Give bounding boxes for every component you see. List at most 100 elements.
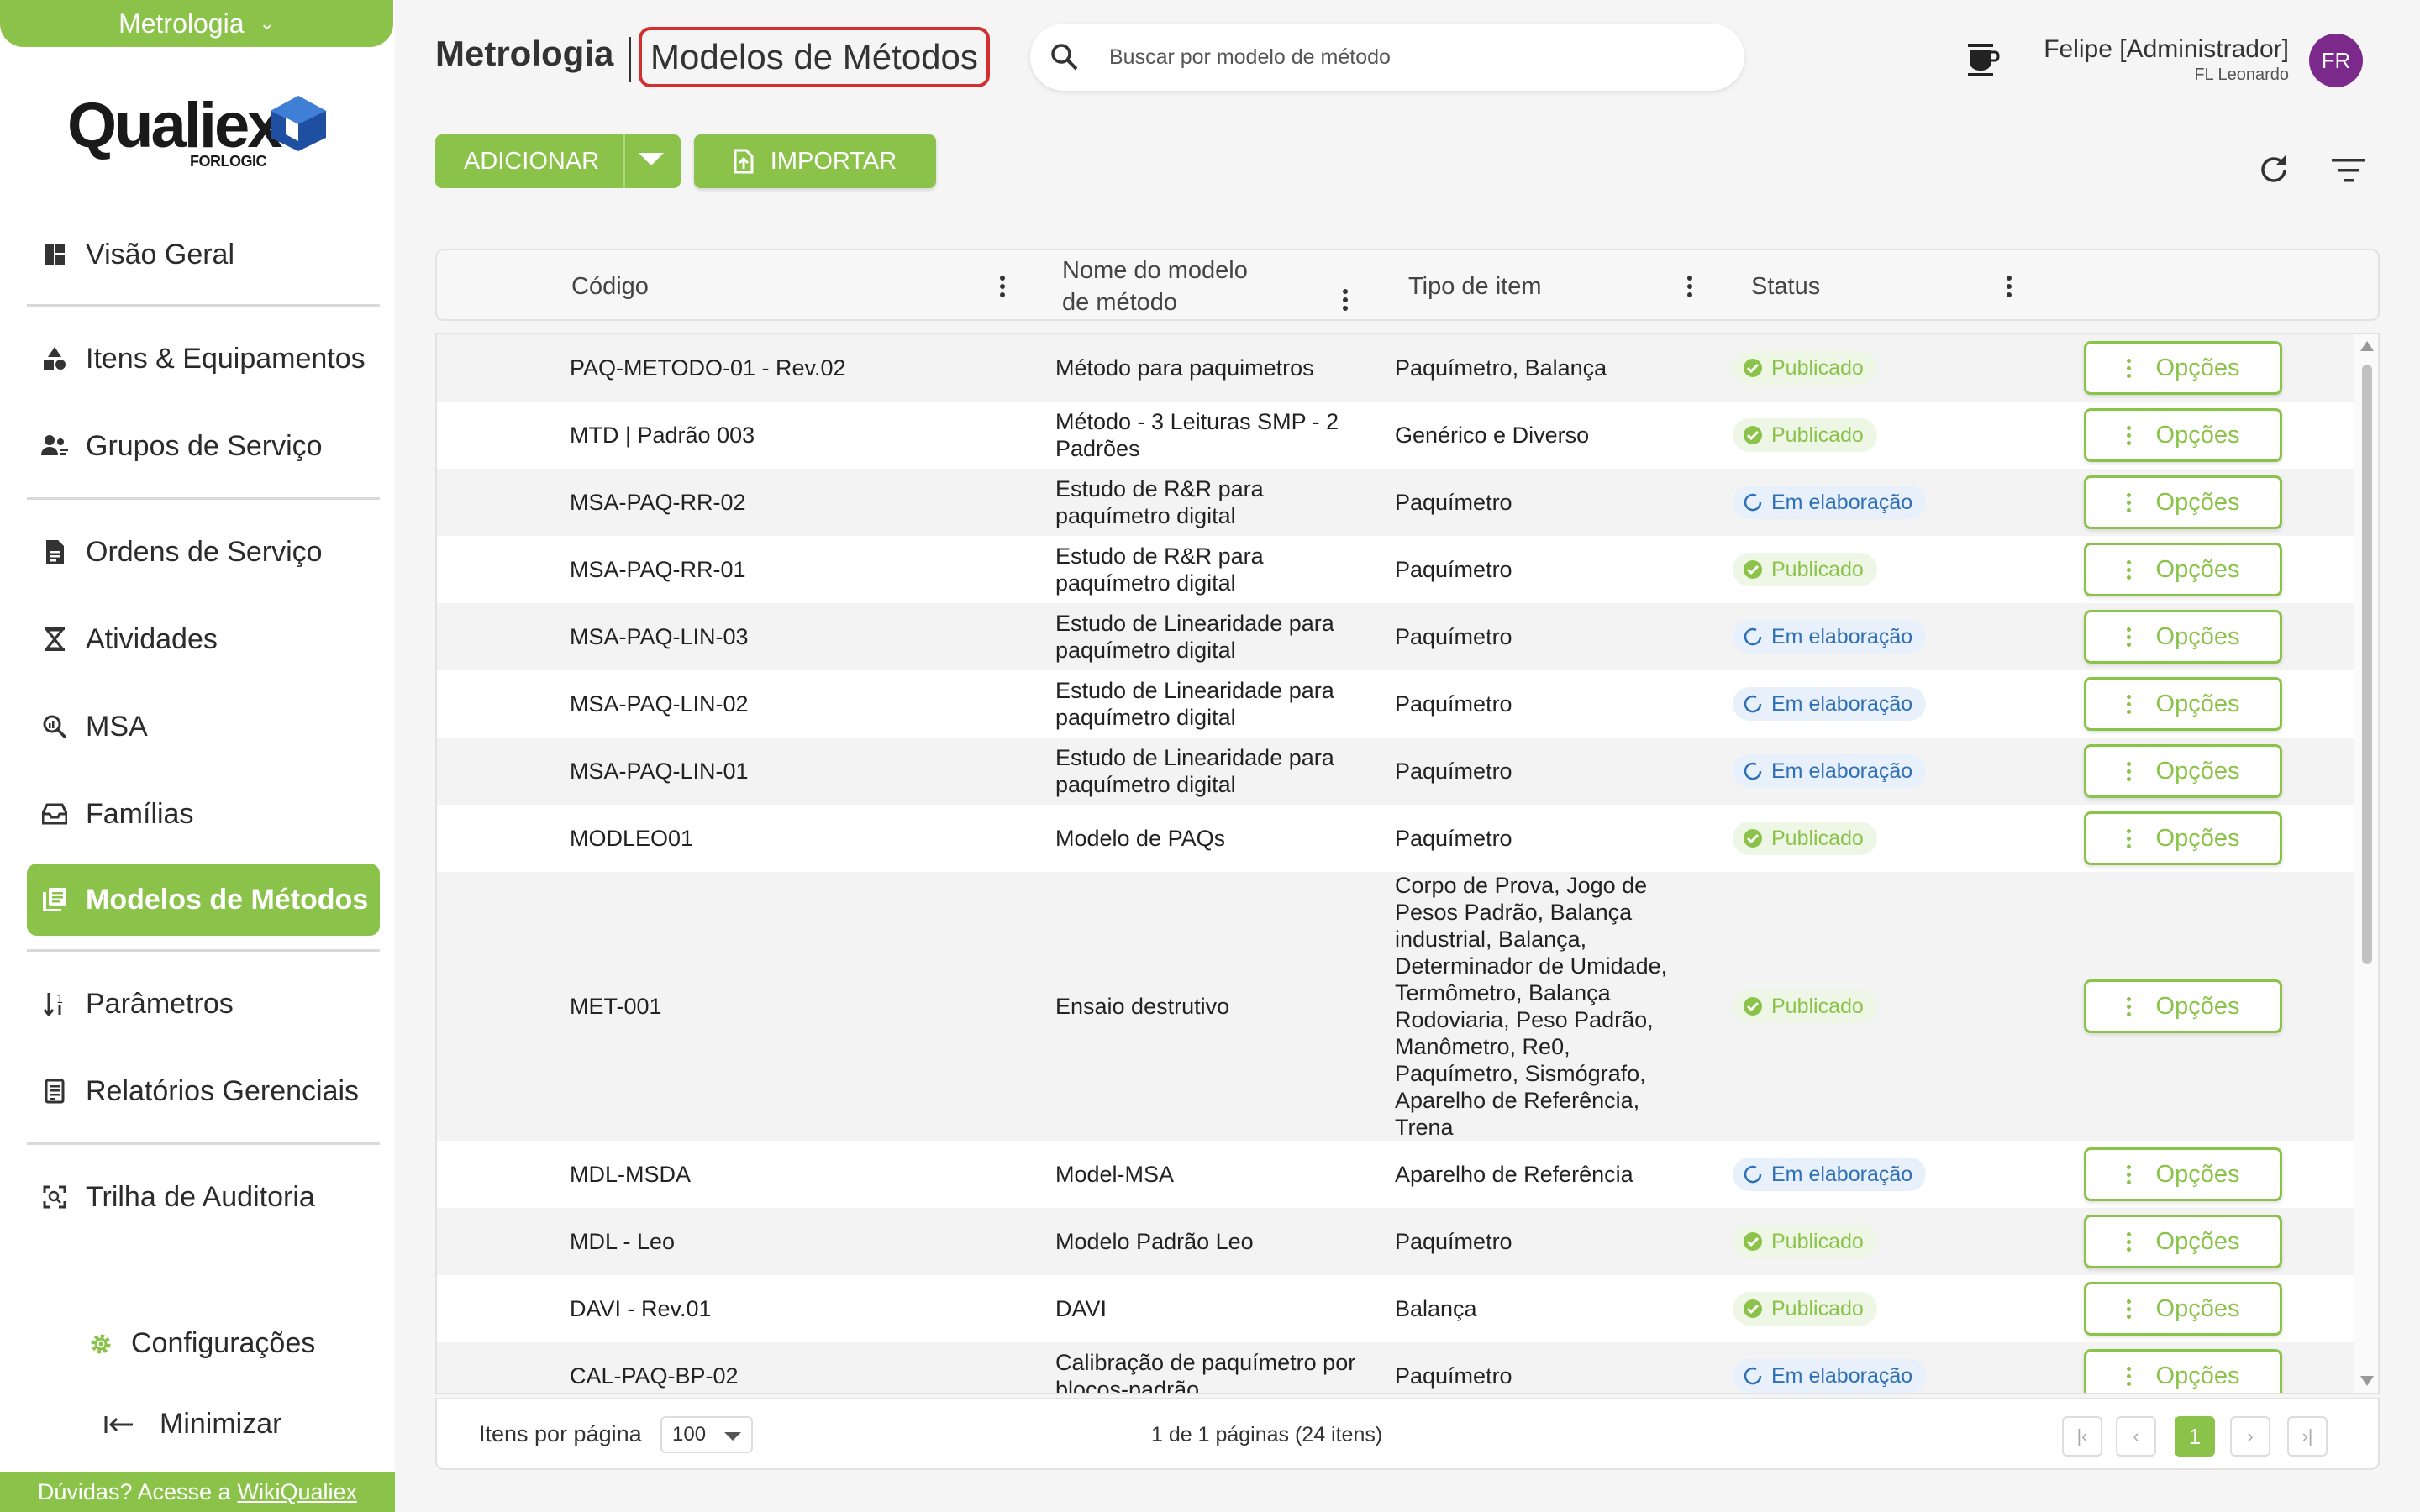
module-selector-label: Metrologia: [118, 8, 245, 39]
options-button[interactable]: Opções: [2084, 610, 2282, 664]
options-button[interactable]: Opções: [2084, 1215, 2282, 1268]
options-button[interactable]: Opções: [2084, 543, 2282, 596]
column-menu-icon[interactable]: [2005, 274, 2013, 299]
sidebar-item-parametros[interactable]: 1 Parâmetros: [27, 968, 380, 1040]
table-row[interactable]: MTD | Padrão 003 Método - 3 Leituras SMP …: [437, 402, 2354, 469]
table-row[interactable]: MDL-MSDA Model-MSA Aparelho de Referência E…: [437, 1141, 2354, 1208]
column-header-status[interactable]: Status: [1751, 250, 1820, 323]
table-row[interactable]: MSA-PAQ-RR-02 Estudo de R&R para paquímet…: [437, 469, 2354, 536]
divider: [27, 497, 380, 500]
sidebar-item-msa[interactable]: MSA: [27, 690, 380, 763]
cell-status: Em elaboração: [1733, 1342, 2010, 1393]
column-menu-icon[interactable]: [1341, 287, 1349, 312]
items-per-page-select[interactable]: 100: [660, 1416, 753, 1453]
sidebar-item-familias[interactable]: Famílias: [27, 778, 380, 850]
options-button[interactable]: Opções: [2084, 1282, 2282, 1336]
user-name[interactable]: Felipe [Administrador]: [2044, 35, 2289, 64]
table-row[interactable]: MSA-PAQ-LIN-01 Estudo de Linearidade para…: [437, 738, 2354, 805]
sidebar-item-ordens-servico[interactable]: Ordens de Serviço: [27, 516, 380, 588]
options-button[interactable]: Opções: [2084, 1349, 2282, 1393]
column-menu-icon[interactable]: [1686, 274, 1694, 299]
column-header-nome[interactable]: Nome do modelo de método: [1062, 250, 1264, 323]
options-button[interactable]: Opções: [2084, 341, 2282, 395]
minimize-button[interactable]: Minimizar: [104, 1408, 281, 1441]
coffee-cup-icon[interactable]: [1966, 40, 2000, 77]
options-button[interactable]: Opções: [2084, 744, 2282, 798]
column-menu-icon[interactable]: [998, 274, 1007, 299]
options-button[interactable]: Opções: [2084, 677, 2282, 731]
table-row[interactable]: MDL - Leo Modelo Padrão Leo Paquímetro Publ…: [437, 1208, 2354, 1275]
refresh-icon[interactable]: [2257, 153, 2291, 186]
caret-down-icon[interactable]: [639, 153, 664, 165]
cell-options: Opções: [2084, 1275, 2286, 1342]
vertical-scrollbar[interactable]: [2354, 334, 2378, 1393]
sidebar-item-atividades[interactable]: Atividades: [27, 603, 380, 675]
scrollbar-thumb[interactable]: [2362, 365, 2372, 964]
sidebar-item-modelos-metodos[interactable]: Modelos de Métodos: [27, 864, 380, 936]
current-page-button[interactable]: 1: [2175, 1416, 2215, 1457]
last-page-button[interactable]: ›|: [2287, 1416, 2328, 1457]
cell-options: Opções: [2084, 738, 2286, 805]
options-button[interactable]: Opções: [2084, 1147, 2282, 1201]
wiki-link[interactable]: WikiQualiex: [238, 1479, 358, 1505]
sidebar-item-label: Parâmetros: [86, 987, 234, 1020]
table-row[interactable]: PAQ-METODO-01 - Rev.02 Método para paquim…: [437, 334, 2354, 402]
sidebar-item-trilha-auditoria[interactable]: Trilha de Auditoria: [27, 1161, 380, 1233]
first-page-button[interactable]: |‹: [2062, 1416, 2102, 1457]
avatar[interactable]: FR: [2309, 34, 2363, 87]
table-row[interactable]: MSA-PAQ-LIN-03 Estudo de Linearidade para…: [437, 603, 2354, 670]
status-text: Em elaboração: [1771, 692, 1913, 716]
table-row[interactable]: DAVI - Rev.01 DAVI Balança Publicado Opções: [437, 1275, 2354, 1342]
settings-link[interactable]: Configurações: [87, 1327, 315, 1360]
sidebar-item-relatorios[interactable]: Relatórios Gerenciais: [27, 1055, 380, 1127]
sidebar-item-visao-geral[interactable]: Visão Geral: [27, 218, 380, 291]
sidebar-item-grupos-servico[interactable]: Grupos de Serviço: [27, 410, 380, 482]
module-selector[interactable]: Metrologia ⌄: [0, 0, 393, 47]
kebab-menu-icon: [2126, 996, 2131, 1016]
cell-item-type: Aparelho de Referência: [1395, 1162, 1634, 1187]
sidebar-item-label: Trilha de Auditoria: [86, 1180, 315, 1213]
options-button[interactable]: Opções: [2084, 408, 2282, 462]
sidebar-item-label: Grupos de Serviço: [86, 429, 323, 462]
column-header-tipo[interactable]: Tipo de item: [1408, 250, 1542, 323]
table-row[interactable]: MSA-PAQ-LIN-02 Estudo de Linearidade para…: [437, 670, 2354, 738]
sidebar-item-label: Relatórios Gerenciais: [86, 1074, 360, 1107]
kebab-menu-icon: [2126, 1299, 2131, 1319]
search-icon[interactable]: [1050, 43, 1079, 71]
options-label: Opções: [2155, 758, 2240, 785]
sidebar-item-label: Visão Geral: [86, 238, 235, 270]
import-button[interactable]: IMPORTAR: [694, 134, 936, 188]
scroll-down-arrow-icon[interactable]: [2360, 1376, 2374, 1386]
sidebar-item-itens-equipamentos[interactable]: Itens & Equipamentos: [27, 323, 380, 395]
cell-options: Opções: [2084, 603, 2286, 670]
library-icon: [40, 885, 69, 914]
kebab-menu-icon: [2126, 694, 2131, 714]
cell-item-type: Paquímetro: [1395, 1229, 1512, 1254]
page-title-text: Modelos de Métodos: [650, 37, 978, 76]
options-button[interactable]: Opções: [2084, 811, 2282, 865]
options-button[interactable]: Opções: [2084, 979, 2282, 1033]
search-input[interactable]: [1109, 45, 1697, 70]
table-row[interactable]: CAL-PAQ-BP-02 Calibração de paquímetro po…: [437, 1342, 2354, 1393]
kebab-menu-icon: [2126, 1366, 2131, 1386]
column-header-codigo[interactable]: Código: [571, 250, 649, 323]
add-button[interactable]: ADICIONAR: [435, 134, 681, 188]
scroll-up-arrow-icon[interactable]: [2360, 341, 2374, 351]
loading-circle-icon: [1744, 493, 1762, 512]
table-row[interactable]: MET-001 Ensaio destrutivo Corpo de Prova, …: [437, 872, 2354, 1141]
cell-name: Estudo de R&R para paquímetro digital: [1055, 476, 1264, 528]
table-header: Código Nome do modelo de método Tipo de …: [435, 249, 2380, 321]
cell-options: Opções: [2084, 670, 2286, 738]
divider: [27, 1142, 380, 1145]
status-badge: Publicado: [1733, 822, 1877, 855]
next-page-button[interactable]: ›: [2230, 1416, 2270, 1457]
table-row[interactable]: MODLEO01 Modelo de PAQs Paquímetro Publicad…: [437, 805, 2354, 872]
status-text: Publicado: [1771, 827, 1864, 850]
table-row[interactable]: MSA-PAQ-RR-01 Estudo de R&R para paquímet…: [437, 536, 2354, 603]
filter-icon[interactable]: [2331, 156, 2366, 185]
previous-page-button[interactable]: ‹: [2116, 1416, 2156, 1457]
options-label: Opções: [2155, 690, 2240, 717]
cell-name: Ensaio destrutivo: [1055, 994, 1230, 1019]
options-button[interactable]: Opções: [2084, 475, 2282, 529]
sort-numeric-icon: 1: [40, 990, 69, 1018]
